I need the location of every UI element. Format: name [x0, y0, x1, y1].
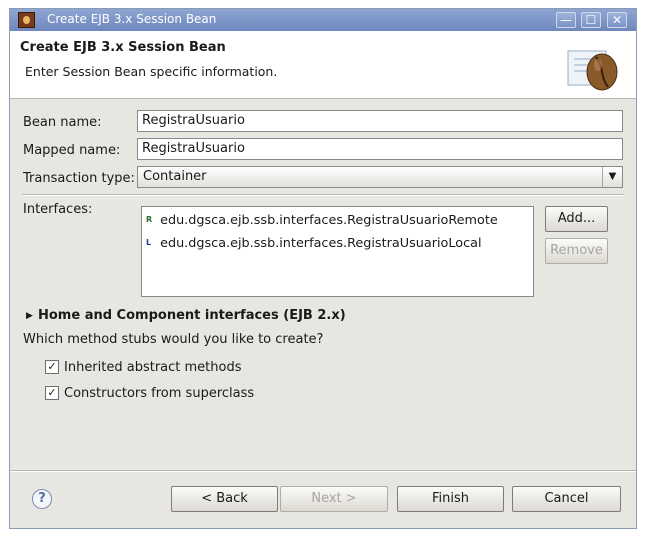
add-button[interactable]: Add... — [545, 206, 608, 232]
separator — [22, 194, 624, 196]
interfaces-label: Interfaces: — [23, 202, 93, 217]
transaction-type-select[interactable]: Container ▼ — [137, 166, 623, 188]
mapped-name-label: Mapped name: — [23, 143, 121, 158]
title-bar[interactable]: Create EJB 3.x Session Bean — ☐ ✕ — [10, 9, 636, 31]
coffee-bean-icon — [567, 50, 618, 91]
wizard-title: Create EJB 3.x Session Bean — [20, 40, 226, 55]
close-button[interactable]: ✕ — [607, 12, 627, 28]
next-button[interactable]: Next > — [280, 486, 388, 512]
maximize-button[interactable]: ☐ — [581, 12, 601, 28]
back-button[interactable]: < Back — [171, 486, 278, 512]
wizard-header: Create EJB 3.x Session Bean Enter Sessio… — [10, 31, 636, 99]
mapped-name-field[interactable]: RegistraUsuario — [137, 138, 623, 160]
bean-name-label: Bean name: — [23, 115, 102, 130]
finish-button[interactable]: Finish — [397, 486, 504, 512]
cancel-button[interactable]: Cancel — [512, 486, 621, 512]
stubs-question: Which method stubs would you like to cre… — [23, 332, 324, 347]
constructors-label[interactable]: Constructors from superclass — [64, 386, 254, 401]
app-icon — [18, 12, 35, 28]
transaction-type-label: Transaction type: — [23, 171, 135, 186]
interface-name: edu.dgsca.ejb.ssb.interfaces.RegistraUsu… — [160, 213, 498, 228]
remove-button[interactable]: Remove — [545, 238, 608, 264]
local-interface-icon: L — [146, 238, 152, 247]
dialog-window: Create EJB 3.x Session Bean — ☐ ✕ Create… — [9, 8, 637, 529]
inherited-abstract-checkbox[interactable]: ✓ — [45, 360, 59, 374]
expand-arrow-icon[interactable]: ▶ — [26, 311, 33, 321]
help-icon[interactable]: ? — [32, 489, 52, 509]
home-component-section[interactable]: Home and Component interfaces (EJB 2.x) — [38, 308, 346, 323]
interface-name: edu.dgsca.ejb.ssb.interfaces.RegistraUsu… — [160, 236, 482, 251]
remote-interface-icon: R — [146, 215, 153, 224]
transaction-type-value: Container — [143, 169, 207, 184]
bean-name-field[interactable]: RegistraUsuario — [137, 110, 623, 132]
constructors-checkbox[interactable]: ✓ — [45, 386, 59, 400]
chevron-down-icon[interactable]: ▼ — [602, 167, 622, 187]
inherited-abstract-label[interactable]: Inherited abstract methods — [64, 360, 242, 375]
interfaces-list[interactable]: R edu.dgsca.ejb.ssb.interfaces.RegistraU… — [141, 206, 534, 297]
list-item[interactable]: L edu.dgsca.ejb.ssb.interfaces.RegistraU… — [146, 236, 482, 251]
wizard-description: Enter Session Bean specific information. — [25, 64, 278, 79]
window-title: Create EJB 3.x Session Bean — [47, 12, 217, 26]
minimize-button[interactable]: — — [556, 12, 576, 28]
list-item[interactable]: R edu.dgsca.ejb.ssb.interfaces.RegistraU… — [146, 213, 498, 228]
footer-separator — [10, 470, 636, 472]
